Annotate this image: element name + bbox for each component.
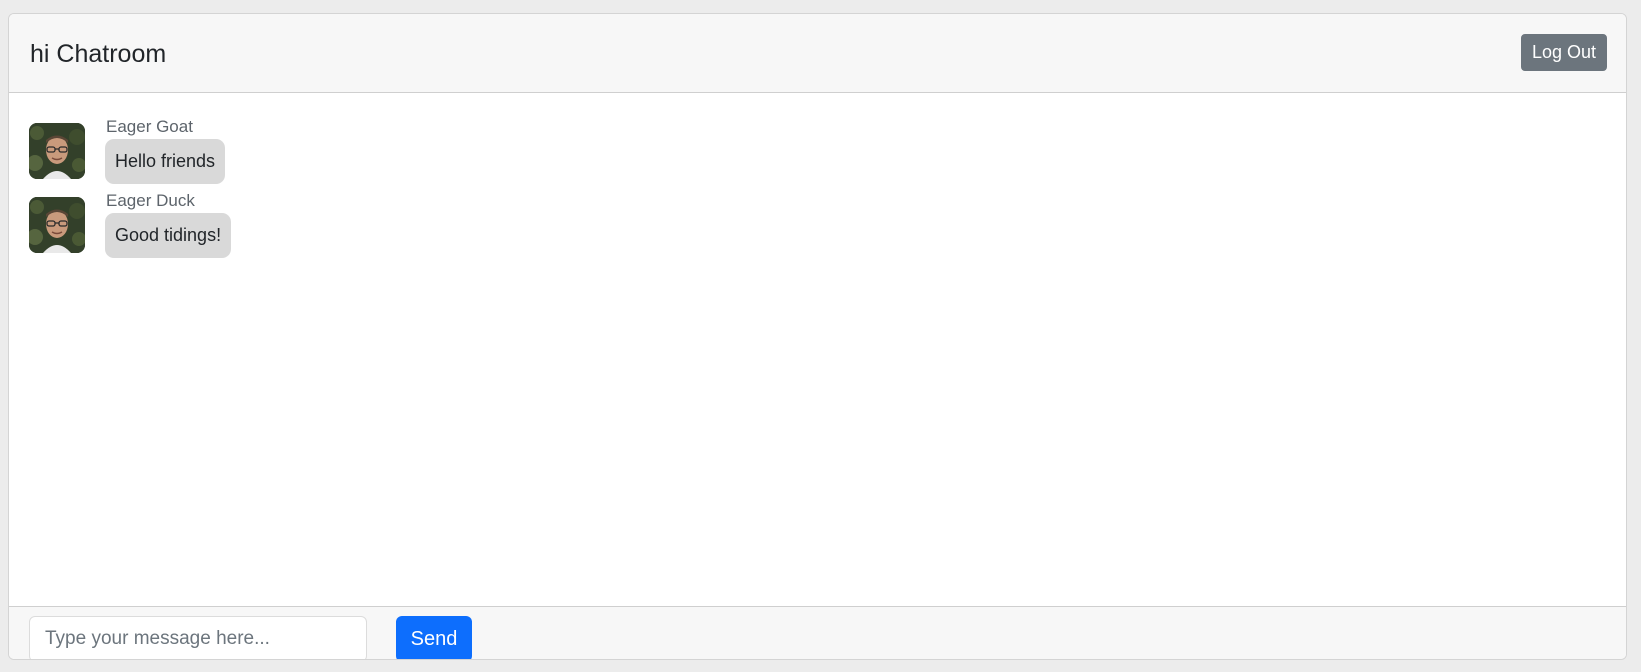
user-photo-icon (29, 197, 85, 253)
avatar (29, 197, 85, 253)
message-author: Eager Duck (106, 191, 195, 210)
message-list: Eager Goat Hello friends Eager Duck Good… (9, 93, 1626, 606)
message-bubble: Hello friends (105, 139, 226, 184)
send-button[interactable]: Send (396, 616, 472, 659)
message-composer: Send (9, 606, 1626, 659)
chat-header: hi Chatroom Log Out (9, 14, 1626, 93)
message-author: Eager Goat (106, 117, 193, 136)
message-bubble: Good tidings! (105, 213, 232, 258)
avatar (29, 123, 85, 179)
room-title: hi Chatroom (30, 40, 167, 68)
message-input[interactable] (29, 616, 367, 659)
logout-button[interactable]: Log Out (1520, 34, 1607, 71)
chat-card: hi Chatroom Log Out Eager Goat Hello fri… (8, 13, 1627, 660)
user-photo-icon (29, 123, 85, 179)
